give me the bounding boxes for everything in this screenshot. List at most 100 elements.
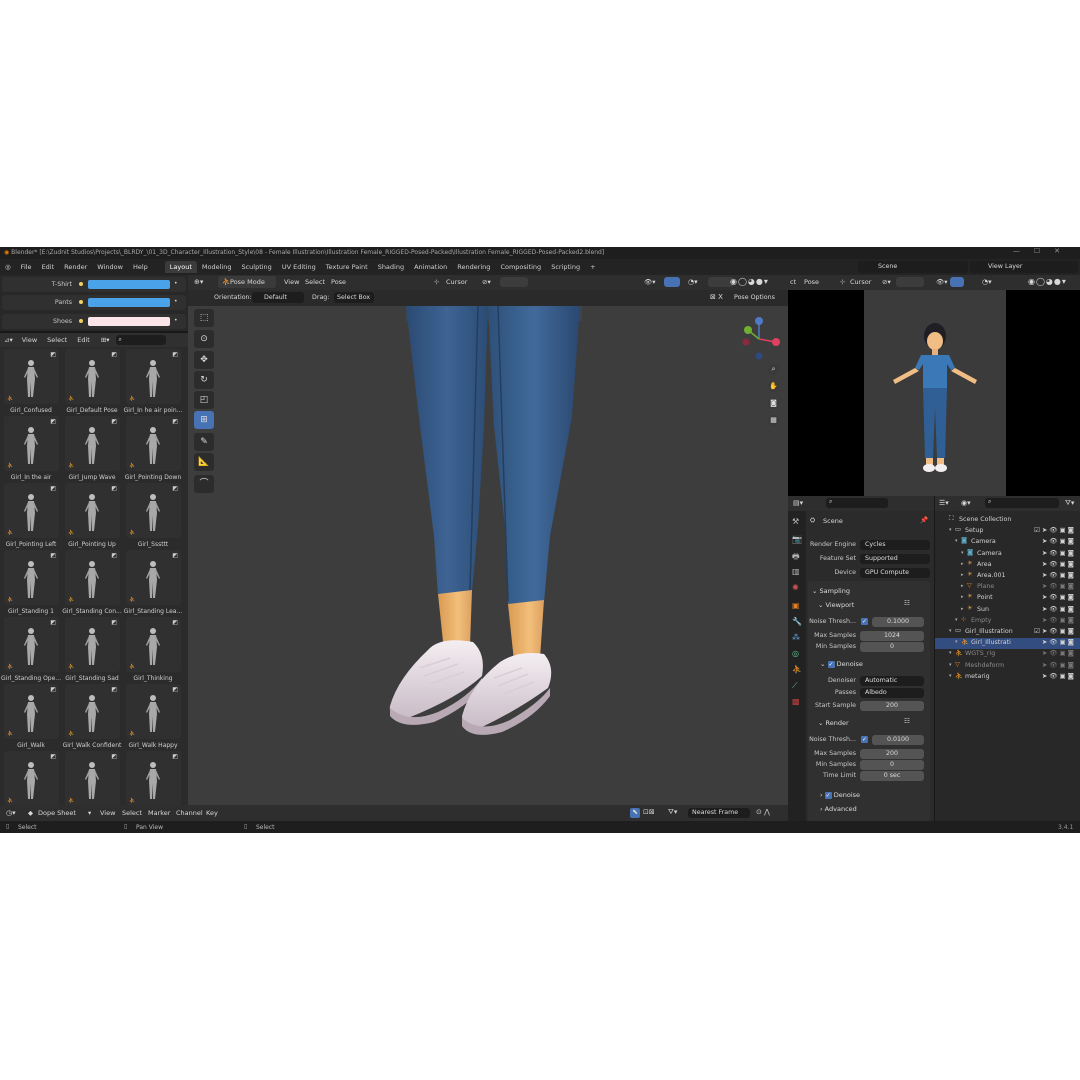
outliner-row[interactable]: ▸ ☀ Area ➤👁▣◙ <box>935 560 1080 571</box>
navigation-gizmo[interactable] <box>736 316 782 362</box>
only-selected-icon[interactable]: ⬉ <box>630 808 640 818</box>
list-icon[interactable]: ☷ <box>904 599 910 607</box>
gizmo-toggle[interactable] <box>664 277 680 287</box>
render-engine-dropdown[interactable]: Cycles <box>860 540 930 550</box>
asset-menu-select[interactable]: Select <box>42 336 72 344</box>
blender-menu-icon[interactable]: ◎ <box>0 263 16 271</box>
outliner-row[interactable]: ▾ ⛹ Girl_Illustrati ➤👁▣◙ <box>935 638 1080 650</box>
visibility-toggles-icon[interactable]: ➤👁▣◙ <box>1042 537 1076 545</box>
workspace-tab-modeling[interactable]: Modeling <box>197 261 237 273</box>
disclosure-triangle-icon[interactable]: ▾ <box>949 673 952 679</box>
decorator-dot-icon[interactable]: • <box>174 280 178 287</box>
disclosure-triangle-icon[interactable]: ▾ <box>955 617 958 623</box>
visibility-toggles-icon[interactable]: ➤👁▣◙ <box>1042 549 1076 557</box>
feature-set-dropdown[interactable]: Supported <box>860 554 930 564</box>
asset-thumbnail[interactable]: ◩ ⛹ <box>65 617 120 672</box>
transform-tool[interactable]: ⊞ <box>194 411 214 429</box>
workspace-tab-layout[interactable]: Layout <box>164 261 197 273</box>
passes-dropdown[interactable]: Albedo <box>860 688 924 698</box>
view-layer-tab-icon[interactable]: ▥ <box>792 567 800 576</box>
render-tab-icon[interactable]: 📷 <box>792 535 802 544</box>
disclosure-triangle-icon[interactable]: ▾ <box>949 662 952 668</box>
asset-thumbnail[interactable]: ◩ ⛹ <box>4 617 59 672</box>
dope-menu-channel[interactable]: Channel <box>176 809 203 817</box>
asset-thumbnail[interactable]: ◩ ⛹ <box>126 483 181 538</box>
keyframe-dot-icon[interactable] <box>79 319 83 323</box>
workspace-tab-animation[interactable]: Animation <box>409 261 452 273</box>
editor-type-icon[interactable]: ⊿▾ <box>0 336 17 344</box>
visibility-toggles-icon[interactable]: ☑➤👁▣◙ <box>1034 526 1076 534</box>
modifier-tab-icon[interactable]: 🔧 <box>792 617 802 626</box>
viewport-denoise-header[interactable]: ⌄ ✓ Denoise <box>820 660 863 668</box>
disclosure-triangle-icon[interactable]: ▾ <box>949 628 952 634</box>
workspace-tab-scripting[interactable]: Scripting <box>546 261 585 273</box>
visibility-toggles-icon[interactable]: ➤👁▣◙ <box>1042 616 1076 624</box>
outliner-row[interactable]: ▸ ▽ Plane ➤👁▣◙ <box>935 582 1080 593</box>
disclosure-triangle-icon[interactable]: ▸ <box>961 594 964 600</box>
snap-toggle[interactable] <box>896 277 924 287</box>
transform-pivot-icon[interactable]: ⊹ <box>840 278 845 286</box>
workspace-tab-rendering[interactable]: Rendering <box>452 261 495 273</box>
visibility-toggles-icon[interactable]: ➤👁▣◙ <box>1042 672 1076 680</box>
keyframe-dot-icon[interactable] <box>79 300 83 304</box>
chevron-down-icon[interactable]: ▾ <box>88 809 91 817</box>
asset-thumbnail[interactable]: ◩ ⛹ <box>65 684 120 739</box>
disclosure-triangle-icon[interactable]: ▸ <box>961 606 964 612</box>
overlay-icon[interactable]: ◔▾ <box>982 278 992 286</box>
render-denoise-header[interactable]: › ✓ Denoise <box>820 791 860 799</box>
camera-viewport[interactable] <box>788 290 1080 496</box>
pants-color-swatch[interactable] <box>88 298 170 307</box>
viewport-subpanel-header[interactable]: ⌄ Viewport <box>818 601 854 609</box>
relax-pose-tool[interactable]: ⌒ <box>194 475 214 493</box>
disclosure-triangle-icon[interactable]: ▸ <box>961 583 964 589</box>
sampling-header[interactable]: ⌄ Sampling <box>812 587 850 595</box>
menu-help[interactable]: Help <box>128 263 153 271</box>
window-controls[interactable]: —☐✕ <box>1013 247 1074 255</box>
cursor-tool[interactable]: ⊙ <box>194 330 214 348</box>
visibility-toggles-icon[interactable]: ➤👁▣◙ <box>1042 661 1076 669</box>
dope-menu-select[interactable]: Select <box>122 809 142 817</box>
asset-thumbnail[interactable]: ◩ ⛹ <box>4 349 59 404</box>
display-mode-icon[interactable]: ◉▾ <box>961 499 971 507</box>
asset-thumbnail[interactable]: ◩ ⛹ <box>65 416 120 471</box>
filter-icon[interactable]: ⛛▾ <box>1065 499 1074 508</box>
visibility-icon[interactable]: 👁▾ <box>644 278 656 286</box>
outliner-row[interactable]: ▾ ⛹ metarig ➤👁▣◙ <box>935 672 1080 683</box>
start-sample-field[interactable]: 200 <box>860 701 924 711</box>
viewport-menu-select[interactable]: Select <box>305 278 325 286</box>
zoom-icon[interactable]: ⌕ <box>768 364 779 375</box>
asset-thumbnail[interactable]: ◩ ⛹ <box>4 751 59 805</box>
physics-tab-icon[interactable]: ◎ <box>792 649 799 658</box>
dope-menu-marker[interactable]: Marker <box>148 809 170 817</box>
3d-viewport[interactable]: ⌕ ✋ ◙ ▦ <box>188 306 788 805</box>
overlay-icon[interactable]: ◔▾ <box>688 278 698 286</box>
pin-icon[interactable]: 📌 <box>920 516 928 524</box>
visibility-toggles-icon[interactable]: ➤👁▣◙ <box>1042 571 1076 579</box>
editor-type-icon[interactable]: ◷▾ <box>6 809 16 817</box>
object-tab-icon[interactable]: ▣ <box>792 601 800 610</box>
visibility-toggles-icon[interactable]: ➤👁▣◙ <box>1042 649 1076 657</box>
shoes-color-swatch[interactable] <box>88 317 170 326</box>
asset-thumbnail[interactable]: ◩ ⛹ <box>4 550 59 605</box>
outliner-search-input[interactable]: ⌕ <box>985 498 1059 508</box>
workspace-tab-shading[interactable]: Shading <box>373 261 409 273</box>
show-hidden-icon[interactable]: ⊡⊠ <box>643 808 655 816</box>
render-noise-field[interactable]: 0.0100 <box>872 735 924 745</box>
viewport-menu-pose[interactable]: Pose <box>331 278 346 286</box>
add-workspace-icon[interactable]: + <box>585 261 600 273</box>
outliner-row[interactable]: ▾ ◙ Camera ➤👁▣◙ <box>935 549 1080 560</box>
snap-icon[interactable]: ⊘▾ <box>882 278 891 286</box>
workspace-tab-compositing[interactable]: Compositing <box>495 261 546 273</box>
outliner-row[interactable]: ▸ ☀ Point ➤👁▣◙ <box>935 593 1080 604</box>
disclosure-triangle-icon[interactable]: ▾ <box>949 527 952 533</box>
texture-tab-icon[interactable]: ▩ <box>792 697 800 706</box>
properties-search-input[interactable]: ⌕ <box>826 498 888 508</box>
filter-icon[interactable]: ⛛▾ <box>668 808 677 817</box>
asset-thumbnail[interactable]: ◩ ⛹ <box>4 416 59 471</box>
move-tool[interactable]: ✥ <box>194 351 214 369</box>
workspace-tab-sculpting[interactable]: Sculpting <box>236 261 276 273</box>
shading-mode-icons[interactable]: ◉◯◕●▾ <box>730 277 769 286</box>
transform-pivot-icon[interactable]: ⊹ <box>434 278 439 286</box>
outliner-row[interactable]: ▸ ☀ Sun ➤👁▣◙ <box>935 605 1080 616</box>
tshirt-color-swatch[interactable] <box>88 280 170 289</box>
